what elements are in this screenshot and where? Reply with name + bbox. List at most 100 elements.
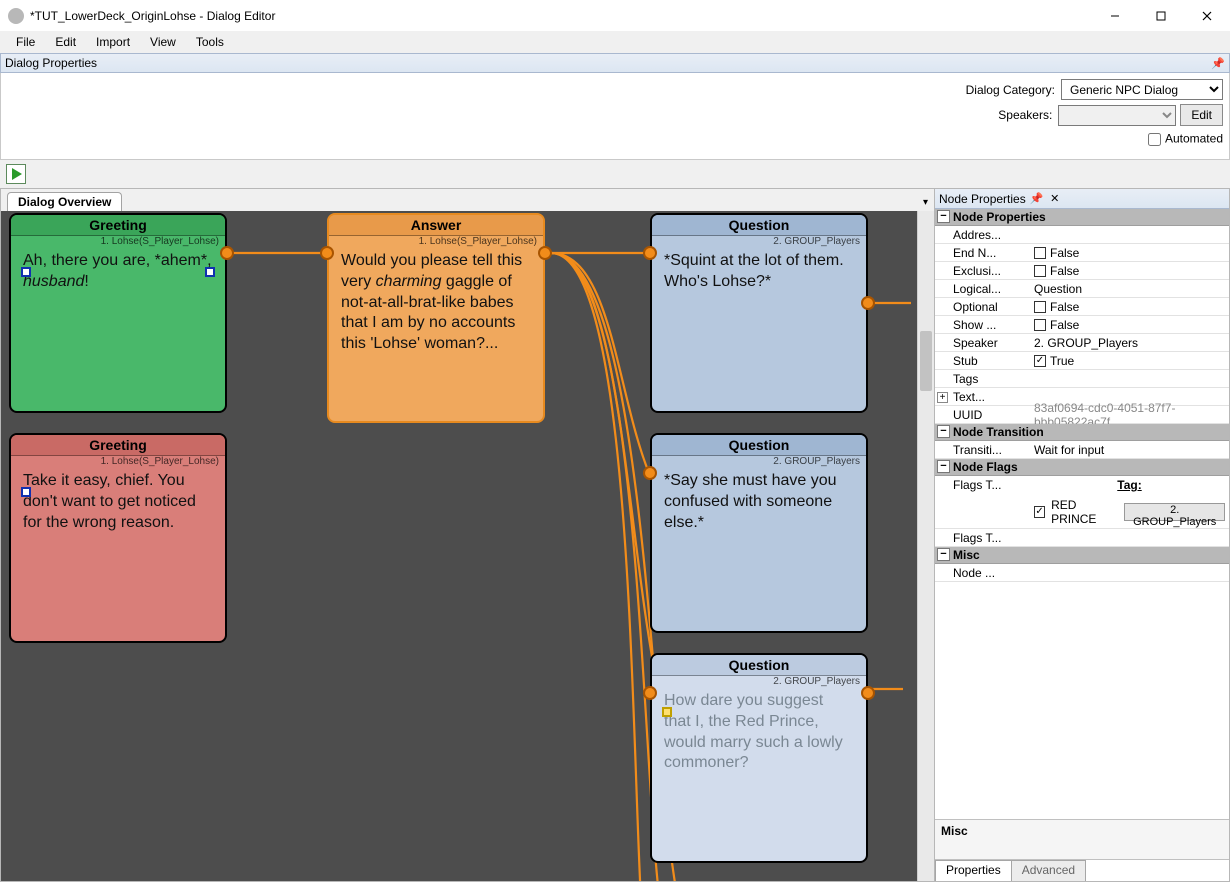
prop-uuid: UUID <box>935 408 1030 422</box>
close-button[interactable] <box>1184 0 1230 31</box>
node-subtitle: 1. Lohse(S_Player_Lohse) <box>11 236 225 247</box>
node-subtitle: 2. GROUP_Players <box>652 676 866 687</box>
tag-red-prince: RED PRINCE <box>1051 498 1118 526</box>
menu-bar: File Edit Import View Tools <box>0 31 1230 53</box>
dialog-properties-label: Dialog Properties <box>5 56 97 70</box>
checkbox-icon[interactable]: ✓ <box>1034 506 1045 518</box>
category-node-properties[interactable]: −Node Properties <box>935 209 1229 226</box>
misc-description: Misc <box>935 819 1229 859</box>
speakers-edit-button[interactable]: Edit <box>1180 104 1223 126</box>
node-properties-header: Node Properties <box>939 192 1026 206</box>
node-greeting-1[interactable]: Greeting 1. Lohse(S_Player_Lohse) Ah, th… <box>9 213 227 413</box>
node-text: *Squint at the lot of them. Who's Lohse?… <box>652 247 866 303</box>
node-out-port[interactable] <box>220 246 234 260</box>
node-out-port[interactable] <box>861 296 875 310</box>
window-title: *TUT_LowerDeck_OriginLohse - Dialog Edit… <box>30 9 1092 23</box>
prop-tags: Tags <box>935 372 1030 386</box>
canvas-scrollbar[interactable] <box>917 211 934 881</box>
prop-show: Show ... <box>935 318 1030 332</box>
prop-exclusive: Exclusi... <box>935 264 1030 278</box>
tag-header: Tag: <box>1034 478 1225 492</box>
dialog-category-select[interactable]: Generic NPC Dialog <box>1061 79 1223 100</box>
checkbox-icon <box>1034 301 1046 313</box>
tab-dialog-overview[interactable]: Dialog Overview <box>7 192 122 211</box>
title-bar: *TUT_LowerDeck_OriginLohse - Dialog Edit… <box>0 0 1230 31</box>
speakers-label: Speakers: <box>998 108 1052 122</box>
node-answer[interactable]: Answer 1. Lohse(S_Player_Lohse) Would yo… <box>327 213 545 423</box>
play-icon <box>12 168 22 180</box>
node-greeting-2[interactable]: Greeting 1. Lohse(S_Player_Lohse) Take i… <box>9 433 227 643</box>
node-title: Answer <box>329 215 543 236</box>
canvas-tab-row: Dialog Overview ▾ <box>1 189 934 211</box>
minimize-button[interactable] <box>1092 0 1138 31</box>
pin-icon[interactable]: 📌 <box>1030 192 1044 205</box>
automated-checkbox[interactable] <box>1148 133 1161 146</box>
prop-stub: Stub <box>935 354 1030 368</box>
prop-logical: Logical... <box>935 282 1030 296</box>
node-text: How dare you suggest that I, the Red Pri… <box>652 687 866 784</box>
node-text: *Say she must have you confused with som… <box>652 467 866 543</box>
property-grid[interactable]: −Node Properties Addres... End N...False… <box>935 209 1229 819</box>
menu-file[interactable]: File <box>6 33 45 51</box>
node-marker <box>662 707 672 717</box>
close-panel-icon[interactable]: ✕ <box>1048 192 1062 205</box>
node-marker <box>21 267 31 277</box>
node-properties-panel: Node Properties 📌 ✕ −Node Properties Add… <box>935 188 1230 882</box>
node-question-2[interactable]: Question 2. GROUP_Players *Say she must … <box>650 433 868 633</box>
checkbox-icon: ✓ <box>1034 355 1046 367</box>
node-text: Take it easy, chief. You don't want to g… <box>11 467 225 543</box>
node-text: Would you please tell this very charming… <box>329 247 543 365</box>
node-subtitle: 2. GROUP_Players <box>652 456 866 467</box>
right-panel-tabs: Properties Advanced <box>935 859 1229 881</box>
node-marker <box>205 267 215 277</box>
node-in-port[interactable] <box>643 246 657 260</box>
node-in-port[interactable] <box>320 246 334 260</box>
prop-text: +Text... <box>935 390 1030 404</box>
node-in-port[interactable] <box>643 466 657 480</box>
prop-optional: Optional <box>935 300 1030 314</box>
toolbar <box>0 160 1230 188</box>
tab-dropdown-icon[interactable]: ▾ <box>923 197 928 208</box>
play-button[interactable] <box>6 164 26 184</box>
node-subtitle: 2. GROUP_Players <box>652 236 866 247</box>
dialog-properties-panel: Dialog Category: Generic NPC Dialog Spea… <box>0 73 1230 160</box>
node-marker <box>21 487 31 497</box>
menu-tools[interactable]: Tools <box>186 33 234 51</box>
speakers-select[interactable] <box>1058 105 1176 126</box>
automated-checkbox-label[interactable]: Automated <box>1144 130 1223 149</box>
tab-advanced[interactable]: Advanced <box>1011 860 1086 881</box>
prop-flags-1: Flags T... <box>935 476 1030 492</box>
dialog-canvas[interactable]: Greeting 1. Lohse(S_Player_Lohse) Ah, th… <box>1 211 934 881</box>
dialog-properties-header: Dialog Properties 📌 <box>0 53 1230 73</box>
menu-import[interactable]: Import <box>86 33 140 51</box>
tag-group-button[interactable]: 2. GROUP_Players <box>1124 503 1225 521</box>
prop-end-node: End N... <box>935 246 1030 260</box>
node-title: Greeting <box>11 435 225 456</box>
checkbox-icon <box>1034 319 1046 331</box>
node-question-3[interactable]: Question 2. GROUP_Players How dare you s… <box>650 653 868 863</box>
tab-properties[interactable]: Properties <box>935 860 1012 881</box>
dialog-category-label: Dialog Category: <box>966 83 1055 97</box>
node-out-port[interactable] <box>538 246 552 260</box>
prop-addressed: Addres... <box>935 228 1030 242</box>
node-title: Greeting <box>11 215 225 236</box>
category-node-flags[interactable]: −Node Flags <box>935 459 1229 476</box>
pin-icon[interactable]: 📌 <box>1211 57 1225 70</box>
category-node-transition[interactable]: −Node Transition <box>935 424 1229 441</box>
node-question-1[interactable]: Question 2. GROUP_Players *Squint at the… <box>650 213 868 413</box>
menu-edit[interactable]: Edit <box>45 33 86 51</box>
category-misc[interactable]: −Misc <box>935 547 1229 564</box>
node-subtitle: 1. Lohse(S_Player_Lohse) <box>329 236 543 247</box>
app-icon <box>8 8 24 24</box>
node-subtitle: 1. Lohse(S_Player_Lohse) <box>11 456 225 467</box>
checkbox-icon <box>1034 247 1046 259</box>
node-in-port[interactable] <box>643 686 657 700</box>
prop-node: Node ... <box>935 566 1030 580</box>
maximize-button[interactable] <box>1138 0 1184 31</box>
prop-transition: Transiti... <box>935 443 1030 457</box>
scroll-thumb[interactable] <box>920 331 932 391</box>
node-out-port[interactable] <box>861 686 875 700</box>
node-title: Question <box>652 215 866 236</box>
menu-view[interactable]: View <box>140 33 186 51</box>
node-title: Question <box>652 655 866 676</box>
